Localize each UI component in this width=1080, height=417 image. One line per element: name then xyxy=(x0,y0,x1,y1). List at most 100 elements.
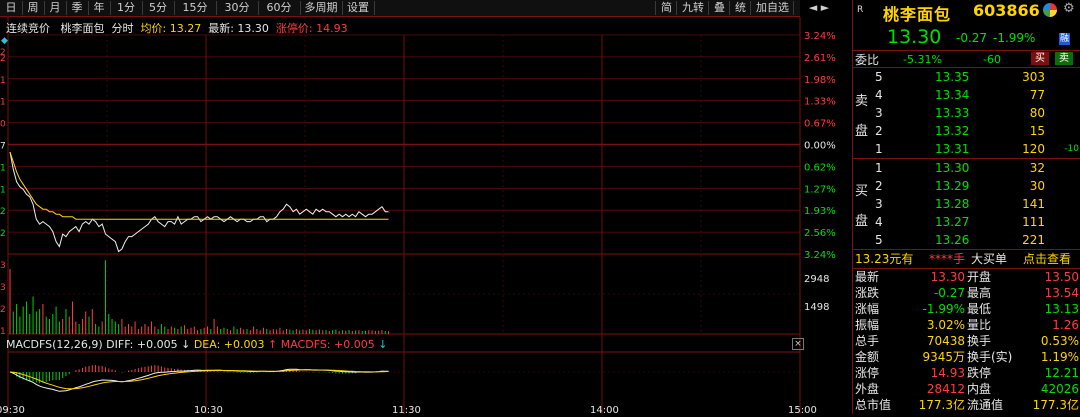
ask-volume: 77 xyxy=(1029,88,1045,102)
pct-tick-label: 0.67% xyxy=(804,119,836,130)
bid-row[interactable]: 2 13.29 30 xyxy=(853,177,1080,196)
market-badge: 融 xyxy=(1059,33,1070,45)
bid-price: 13.27 xyxy=(935,215,970,229)
tool-button-2[interactable]: 叠 xyxy=(708,1,730,15)
cursor-diamond-icon: ◆ xyxy=(1,36,8,46)
tool-button-4[interactable]: 加自选 xyxy=(750,1,794,15)
macd-close-icon[interactable]: × xyxy=(792,338,804,350)
price-change: -0.27 xyxy=(956,31,988,45)
period-tab-9[interactable]: 60分 xyxy=(258,1,301,15)
stat-value: -1.99% xyxy=(922,302,965,316)
bid-row[interactable]: 3 13.28 141 xyxy=(853,195,1080,214)
ask-row[interactable]: 4 13.34 77 xyxy=(853,86,1080,105)
tool-button-1[interactable]: 九转 xyxy=(676,1,709,15)
big-order-stars: ****手 xyxy=(929,252,966,266)
right-toolbar: 简九转叠统加自选 ◄ ► xyxy=(655,0,852,16)
ask-level: 2 xyxy=(875,124,883,138)
ask-row[interactable]: 5 13.35 303 xyxy=(853,68,1080,87)
left-tick-label: 1 xyxy=(0,76,6,86)
view-link[interactable]: 点击查看 xyxy=(1023,250,1071,269)
gear-icon[interactable]: ⚙ xyxy=(1063,1,1075,16)
period-tab-4[interactable]: 年 xyxy=(88,1,111,15)
ask-level: 5 xyxy=(875,70,883,84)
bid-volume: 32 xyxy=(1029,161,1045,175)
stat-label: 开盘 xyxy=(967,270,992,284)
macd-diff-line xyxy=(9,368,389,392)
period-tab-2[interactable]: 月 xyxy=(44,1,67,15)
ask-price: 13.32 xyxy=(935,124,970,138)
sell-button[interactable]: 卖 xyxy=(1055,52,1073,65)
stat-label: 外盘 xyxy=(855,382,880,396)
current-price: 13.30 xyxy=(887,26,942,48)
left-tick-label: 2 xyxy=(0,54,6,64)
pct-tick-label: 1.98% xyxy=(804,75,836,86)
chart-stock-name: 桃李面包 xyxy=(60,22,105,35)
bid-row[interactable]: 1 13.30 32 xyxy=(853,159,1080,178)
ask-price: 13.35 xyxy=(935,70,970,84)
stat-value: 13.13 xyxy=(1044,302,1079,316)
sell-side-label-2: 盘 xyxy=(855,124,869,139)
macd-dea: DEA: +0.003 xyxy=(193,338,265,351)
stat-value: 14.93 xyxy=(930,366,965,380)
bid-volume: 111 xyxy=(1022,215,1045,229)
big-order-bar[interactable]: 13.23元有 ****手 大买单 点击查看 xyxy=(853,250,1080,269)
time-tick-label: 09:30 xyxy=(0,405,25,414)
macd-dea-line xyxy=(9,369,389,390)
bid-row[interactable]: 4 13.27 111 xyxy=(853,213,1080,232)
intraday-chart[interactable]: 3.24% 2.61% 1.98% 1.33% 0.67% 0.00% 0.62% 1.27%… xyxy=(0,17,852,416)
stat-label: 总手 xyxy=(855,334,880,348)
ask-volume: 80 xyxy=(1029,106,1045,120)
nav-arrows-icon[interactable]: ◄ ► xyxy=(793,1,844,15)
pct-tick-label: 1.33% xyxy=(804,97,836,108)
weibi-label: 委比 xyxy=(855,53,880,67)
period-tab-11[interactable]: 设置 xyxy=(342,1,375,15)
period-tab-3[interactable]: 季 xyxy=(66,1,89,15)
stat-value: 28412 xyxy=(926,382,965,396)
ask-row[interactable]: 1 13.31 120 -10 xyxy=(853,140,1080,159)
stock-code: 603866 xyxy=(973,1,1040,20)
period-tab-8[interactable]: 30分 xyxy=(216,1,259,15)
tool-button-3[interactable]: 统 xyxy=(729,1,751,15)
period-tab-6[interactable]: 5分 xyxy=(142,1,175,15)
period-tab-1[interactable]: 周 xyxy=(22,1,45,15)
bid-price: 13.28 xyxy=(935,197,970,211)
ask-price: 13.33 xyxy=(935,106,970,120)
price-change-pct: -1.99% xyxy=(993,31,1036,45)
period-tab-10[interactable]: 多周期 xyxy=(300,1,343,15)
left-tick-label: 2 xyxy=(0,207,6,217)
pct-tick-label: 0.00% xyxy=(804,141,836,152)
stat-row: 涨跌 -0.27 最高 13.54 xyxy=(853,285,1080,301)
ask-price: 13.31 xyxy=(935,142,970,156)
pct-tick-label: 1.27% xyxy=(804,184,836,195)
period-tab-0[interactable]: 日 xyxy=(0,1,23,15)
volume-left-label: 1 xyxy=(0,327,6,337)
stat-value: 177.3亿 xyxy=(1032,398,1079,412)
stat-value: 3.02% xyxy=(926,318,965,332)
buy-button[interactable]: 买 xyxy=(1031,52,1049,65)
last-price-label: 最新: 13.30 xyxy=(208,22,269,35)
view-mode: 分时 xyxy=(111,22,134,35)
buy-side-label-1: 买 xyxy=(855,184,869,199)
ask-row[interactable]: 3 13.33 80 xyxy=(853,104,1080,123)
bid-price: 13.26 xyxy=(935,233,970,247)
period-tab-5[interactable]: 1分 xyxy=(110,1,143,15)
period-tab-7[interactable]: 15分 xyxy=(174,1,217,15)
ask-delta: -10 xyxy=(1064,144,1079,154)
stat-label: 跌停 xyxy=(967,366,992,380)
tool-button-0[interactable]: 简 xyxy=(655,1,677,15)
bid-row[interactable]: 5 13.26 221 xyxy=(853,231,1080,250)
ask-volume: 15 xyxy=(1029,124,1045,138)
ask-level: 1 xyxy=(875,142,883,156)
bid-price: 13.29 xyxy=(935,179,970,193)
sell-side-label-1: 卖 xyxy=(855,94,869,109)
weibi-value: -60 xyxy=(983,53,1001,66)
stat-value: 9345万 xyxy=(922,350,965,364)
ask-row[interactable]: 2 13.32 15 xyxy=(853,122,1080,141)
color-wheel-icon[interactable] xyxy=(1043,3,1057,17)
pct-tick-label: 0.62% xyxy=(804,162,836,173)
stat-value: 13.54 xyxy=(1044,286,1079,300)
stat-value: 0.53% xyxy=(1040,334,1079,348)
ask-level: 3 xyxy=(875,106,883,120)
stat-row: 涨幅 -1.99% 最低 13.13 xyxy=(853,301,1080,317)
stat-label: 金额 xyxy=(855,350,880,364)
